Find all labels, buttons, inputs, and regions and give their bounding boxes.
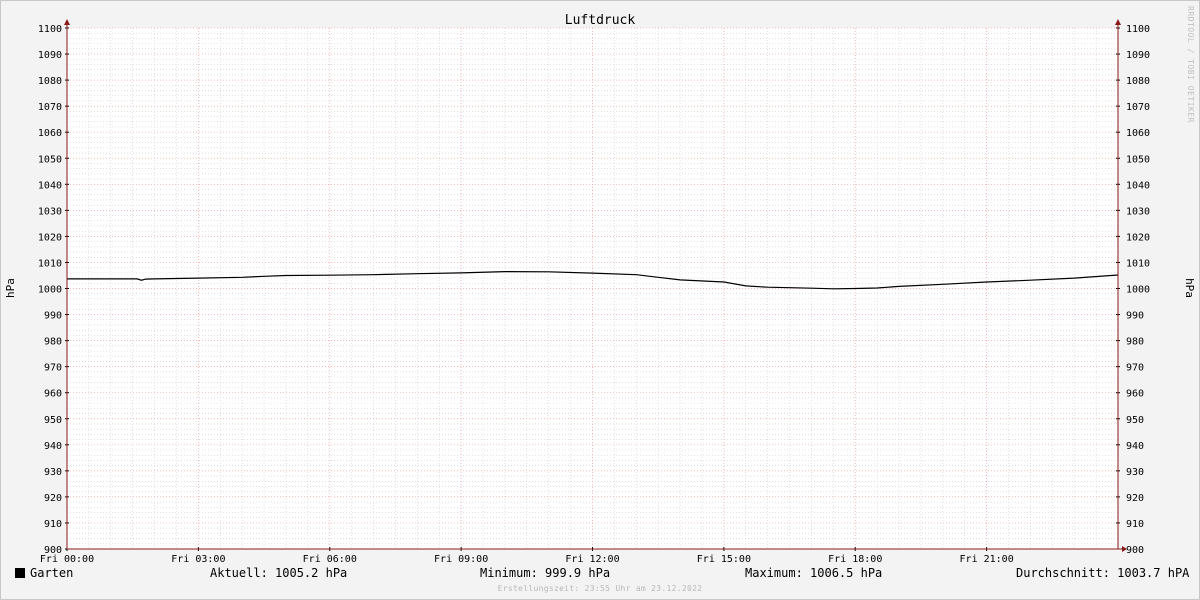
x-tick-label: Fri 12:00 — [565, 554, 619, 565]
x-tick-labels: Fri 00:00 Fri 03:00 Fri 06:00 Fri 09:00 Fri … — [40, 554, 1014, 565]
x-tick-label: Fri 15:00 — [697, 554, 751, 565]
y-tick-label-right: 1090 — [1126, 50, 1150, 61]
y-tick-label-right: 1100 — [1126, 24, 1150, 35]
y-tick-label: 1030 — [38, 206, 62, 217]
x-tick-label: Fri 03:00 — [171, 554, 225, 565]
y-tick-label: 1050 — [38, 154, 62, 165]
y-tick-label: 960 — [44, 389, 62, 400]
x-tick-label: Fri 06:00 — [303, 554, 357, 565]
y-tick-label: 950 — [44, 415, 62, 426]
stat-maximum: Maximum: 1006.5 hPa — [745, 566, 883, 580]
y-tick-labels-right: 900 910 920 930 940 950 960 970 980 990 1000 1010 10… — [1126, 24, 1150, 556]
y-tick-label-right: 940 — [1126, 441, 1144, 452]
y-tick-label-right: 1010 — [1126, 258, 1150, 269]
stat-minimum: Minimum: 999.9 hPa — [480, 566, 611, 580]
y-tick-label: 1080 — [38, 76, 62, 87]
x-tick-label: Fri 00:00 — [40, 554, 94, 565]
y-tick-label-right: 920 — [1126, 493, 1144, 504]
y-tick-label-right: 950 — [1126, 415, 1144, 426]
y-tick-label-right: 1030 — [1126, 206, 1150, 217]
y-axis-label-right: hPa — [1183, 278, 1196, 298]
stat-average: Durchschnitt: 1003.7 hPA — [1016, 566, 1190, 580]
x-tick-label: Fri 21:00 — [960, 554, 1014, 565]
legend-item-garten: Garten — [15, 566, 73, 580]
y-tick-label: 930 — [44, 467, 62, 478]
y-tick-label-right: 1000 — [1126, 285, 1150, 296]
y-tick-label: 920 — [44, 493, 62, 504]
y-axis-label-left: hPa — [4, 278, 17, 298]
watermark: RRDTOOL / TOBI OETIKER — [1186, 6, 1195, 123]
y-tick-labels-left: 9009109209309409509609709809901000101010… — [38, 24, 62, 556]
y-tick-label: 1010 — [38, 258, 62, 269]
stat-current: Aktuell: 1005.2 hPa — [210, 566, 348, 580]
y-tick-label: 1040 — [38, 180, 62, 191]
legend-stats-row: Garten Aktuell: 1005.2 hPa Minimum: 999.… — [0, 566, 1200, 584]
y-tick-label-right: 960 — [1126, 389, 1144, 400]
y-tick-label-right: 1060 — [1126, 128, 1150, 139]
y-tick-label: 1020 — [38, 232, 62, 243]
y-tick-label-right: 1070 — [1126, 102, 1150, 113]
y-tick-label: 990 — [44, 311, 62, 322]
y-axis-arrow-right — [1115, 19, 1121, 25]
y-tick-label: 1070 — [38, 102, 62, 113]
y-tick-label-right: 990 — [1126, 311, 1144, 322]
legend-label: Garten — [30, 566, 74, 580]
x-tick-label: Fri 18:00 — [828, 554, 882, 565]
y-tick-label: 1000 — [38, 285, 62, 296]
x-tick-label: Fri 09:00 — [434, 554, 488, 565]
y-tick-label-right: 910 — [1126, 519, 1144, 530]
y-tick-label: 1100 — [38, 24, 62, 35]
y-tick-label: 1090 — [38, 50, 62, 61]
y-tick-label: 1060 — [38, 128, 62, 139]
creation-timestamp: Erstellungszeit: 23:55 Uhr am 23.12.2022 — [497, 584, 703, 593]
y-tick-label-right: 900 — [1126, 545, 1144, 556]
y-tick-label-right: 1050 — [1126, 154, 1150, 165]
y-tick-label: 940 — [44, 441, 62, 452]
y-tick-label: 970 — [44, 363, 62, 374]
y-axis-arrow-left — [64, 19, 70, 25]
y-tick-label: 910 — [44, 519, 62, 530]
chart: 900 910 920 930 940 950 960 970 980 990 1000 1010 10… — [4, 13, 1196, 565]
y-tick-label-right: 930 — [1126, 467, 1144, 478]
legend-swatch — [15, 568, 25, 578]
chart-title: Luftdruck — [565, 13, 636, 28]
y-tick-label: 980 — [44, 337, 62, 348]
y-tick-label-right: 1080 — [1126, 76, 1150, 87]
y-tick-label-right: 1020 — [1126, 232, 1150, 243]
y-tick-label-right: 1040 — [1126, 180, 1150, 191]
y-tick-label-right: 970 — [1126, 363, 1144, 374]
y-tick-label-right: 980 — [1126, 337, 1144, 348]
